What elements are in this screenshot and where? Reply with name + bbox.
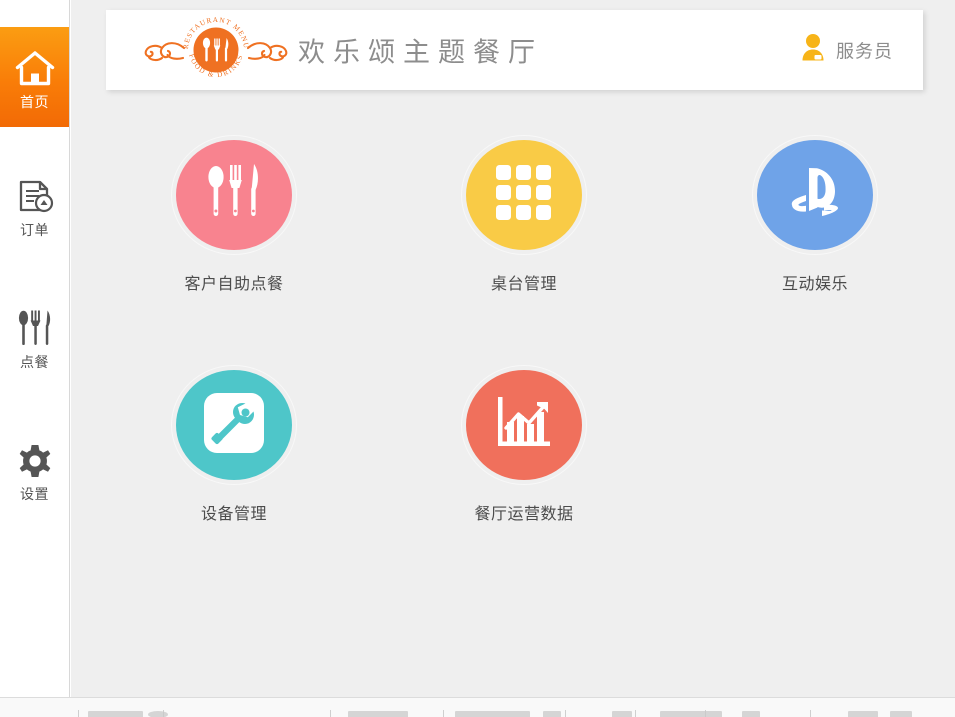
sidebar-navigation: 首页 订单 点餐 设置 bbox=[0, 0, 70, 697]
page-title: 欢乐颂主题餐厅 bbox=[298, 37, 543, 68]
tile-operations-data[interactable]: 餐厅运营数据 bbox=[434, 365, 614, 524]
grid-3x3-icon bbox=[494, 163, 554, 228]
tile-self-order[interactable]: 客户自助点餐 bbox=[144, 135, 324, 294]
order-document-icon bbox=[15, 174, 55, 220]
user-avatar-icon bbox=[800, 33, 826, 68]
tile-label: 桌台管理 bbox=[490, 276, 557, 293]
home-icon bbox=[14, 46, 56, 92]
application-window: 首页 订单 点餐 设置 RESTAURANT MENU FOOD & DRINK… bbox=[0, 0, 955, 717]
tile-badge bbox=[461, 365, 587, 485]
playstation-logo-icon bbox=[783, 161, 847, 230]
dashboard-tile-grid: 客户自助点餐 桌台管理 互动娱乐 设备管理 餐厅运营数据 bbox=[71, 135, 955, 600]
tile-device-management[interactable]: 设备管理 bbox=[144, 365, 324, 524]
tile-badge bbox=[171, 135, 297, 255]
main-content-area: RESTAURANT MENU FOOD & DRINKS 欢乐颂主题餐厅 服务… bbox=[71, 0, 955, 697]
sidebar-item-settings[interactable]: 设置 bbox=[0, 424, 69, 514]
cutlery-icon bbox=[17, 306, 53, 352]
user-role-label: 服务员 bbox=[836, 41, 893, 61]
sidebar-item-home[interactable]: 首页 bbox=[0, 27, 69, 127]
gear-icon bbox=[15, 438, 55, 484]
page-header-card: RESTAURANT MENU FOOD & DRINKS 欢乐颂主题餐厅 服务… bbox=[106, 10, 923, 90]
os-taskbar-fragment[interactable] bbox=[0, 697, 955, 717]
sidebar-item-label: 点餐 bbox=[20, 353, 49, 370]
tile-entertainment[interactable]: 互动娱乐 bbox=[725, 135, 905, 294]
sidebar-item-label: 设置 bbox=[20, 485, 49, 502]
tile-label: 互动娱乐 bbox=[781, 276, 848, 293]
cutlery-spoon-fork-knife-icon bbox=[204, 160, 264, 231]
wrench-icon bbox=[202, 391, 266, 460]
sidebar-item-ordering[interactable]: 点餐 bbox=[0, 292, 69, 382]
bar-chart-trend-icon bbox=[493, 394, 555, 457]
tile-badge bbox=[461, 135, 587, 255]
tile-label: 客户自助点餐 bbox=[184, 276, 284, 293]
sidebar-item-label: 订单 bbox=[20, 221, 49, 238]
tile-label: 设备管理 bbox=[200, 506, 267, 523]
tile-label: 餐厅运营数据 bbox=[474, 506, 574, 523]
tile-badge bbox=[752, 135, 878, 255]
tile-row: 设备管理 餐厅运营数据 bbox=[71, 365, 955, 600]
sidebar-item-label: 首页 bbox=[20, 93, 49, 110]
tile-badge bbox=[171, 365, 297, 485]
sidebar-item-orders[interactable]: 订单 bbox=[0, 160, 69, 250]
tile-row: 客户自助点餐 桌台管理 互动娱乐 bbox=[71, 135, 955, 370]
restaurant-menu-badge-logo: RESTAURANT MENU FOOD & DRINKS bbox=[136, 14, 296, 86]
user-account-button[interactable]: 服务员 bbox=[800, 33, 893, 68]
tile-table-management[interactable]: 桌台管理 bbox=[434, 135, 614, 294]
